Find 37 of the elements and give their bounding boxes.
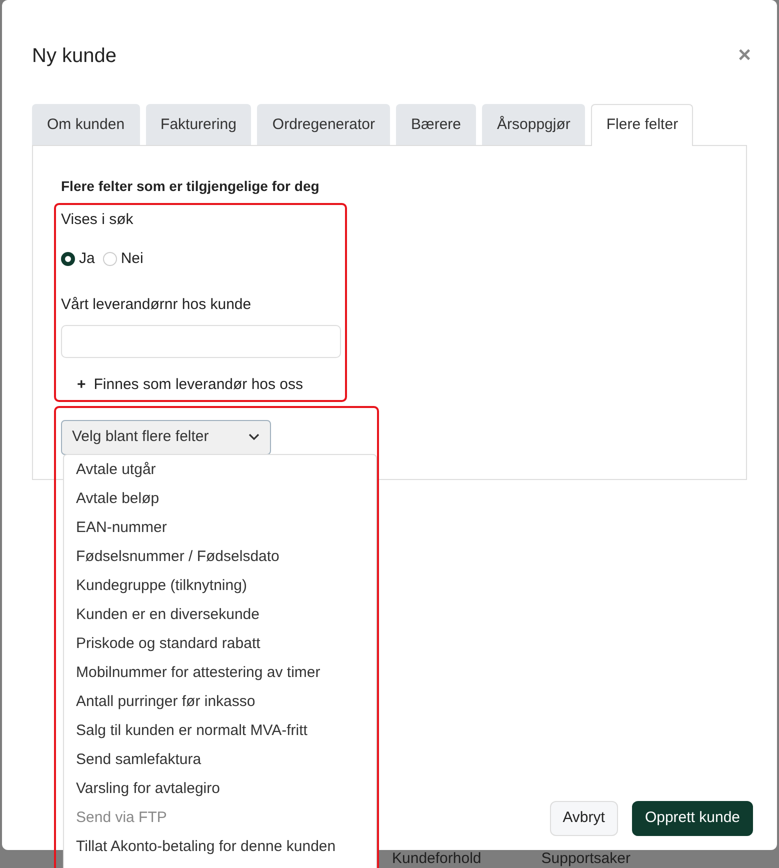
menu-item[interactable]: Fødselsnummer / Fødselsdato — [64, 542, 376, 571]
tab[interactable]: Bærere — [396, 104, 476, 145]
field-label: Vises i søk — [61, 210, 134, 230]
section-title: Flere felter som er tilgjengelige for deg — [61, 177, 320, 196]
radio-label: Nei — [120, 248, 144, 268]
menu-item[interactable]: Avtale utgår — [64, 455, 376, 484]
radio-label: Ja — [79, 248, 95, 268]
tab[interactable]: Ordregenerator — [257, 104, 390, 145]
background-label: Supportsaker — [541, 850, 630, 868]
menu-item[interactable]: Varsling for avtalegiro — [64, 774, 376, 803]
background-label: Kundeforhold — [392, 850, 482, 868]
tab[interactable]: Om kunden — [32, 104, 140, 145]
tab[interactable]: Flere felter — [591, 104, 694, 146]
chevron-down-icon — [248, 433, 260, 442]
menu-item[interactable]: Antall purringer før inkasso — [64, 687, 376, 716]
menu-item: Send via FTP — [75, 808, 168, 828]
menu-item[interactable]: Send samlefaktura — [64, 745, 376, 774]
menu-item[interactable]: Kunden er en diversekunde — [64, 600, 376, 629]
radio-button[interactable] — [61, 252, 75, 266]
menu-item[interactable]: Salg til kunden er normalt MVA-fritt — [64, 716, 376, 745]
cancel-button[interactable]: Avbryt — [550, 801, 618, 836]
field-label: Vårt leverandørnr hos kunde — [61, 295, 252, 315]
menu-item[interactable]: Priskode og standard rabatt — [64, 629, 376, 658]
dialog-title: Ny kunde — [32, 44, 116, 68]
menu-item[interactable]: Tillat Akonto-betaling for denne kunden — [64, 832, 376, 861]
menu-item[interactable]: Kundegruppe (tilknytning) — [64, 571, 376, 600]
input-field[interactable] — [61, 324, 341, 358]
menu-item[interactable]: EAN-nummer — [64, 513, 376, 542]
create-button[interactable]: Opprett kunde — [632, 801, 753, 836]
tab[interactable]: Fakturering — [146, 104, 252, 145]
close-button[interactable]: × — [738, 44, 751, 66]
menu-item[interactable]: Mobilnummer for attestering av timer — [64, 658, 376, 687]
tab[interactable]: Årsoppgjør — [482, 104, 586, 145]
plus-icon: + — [77, 374, 86, 396]
add-link[interactable]: Finnes som leverandør hos oss — [94, 374, 304, 396]
dropdown-button[interactable]: Velg blant flere felter — [61, 420, 271, 454]
menu-item[interactable]: Avtale beløp — [64, 484, 376, 513]
